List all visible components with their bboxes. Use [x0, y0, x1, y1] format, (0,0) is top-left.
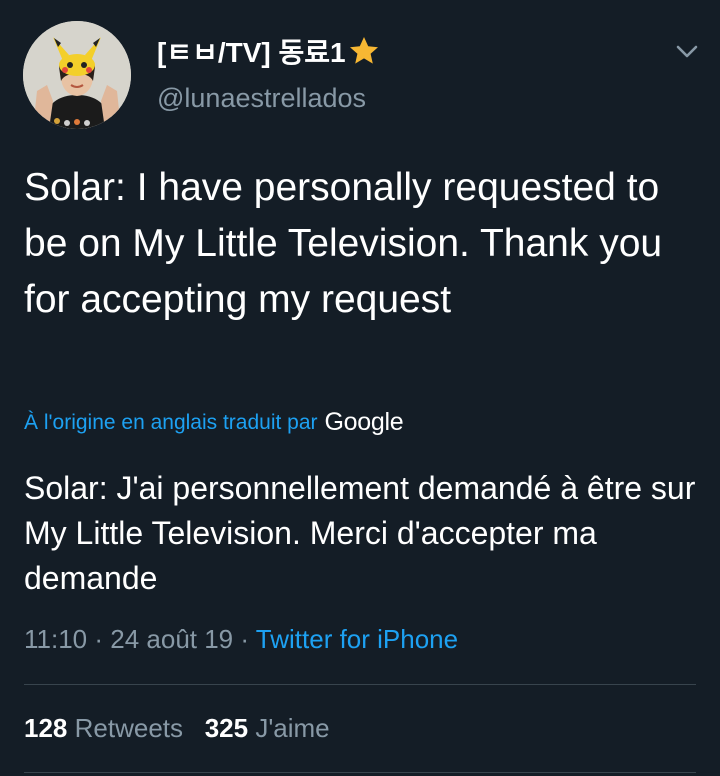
- google-label: Google: [324, 408, 404, 436]
- meta-separator: ·: [233, 624, 256, 654]
- likes-count: 325: [204, 713, 249, 743]
- tweet-meta: 11:10 · 24 août 19 · Twitter for iPhone: [24, 624, 458, 655]
- tweet-date: 24 août 19: [110, 624, 234, 654]
- likes-label: J'aime: [255, 713, 330, 743]
- tweet-text: Solar: I have personally requested to be…: [24, 166, 663, 321]
- meta-separator: ·: [87, 624, 111, 654]
- translated-text: Solar: J'ai personnellement demandé à êt…: [24, 470, 696, 596]
- retweets-stat[interactable]: 128 Retweets: [24, 713, 183, 743]
- author-display-name[interactable]: [ㅌㅂ/TV] 동료1: [157, 31, 346, 71]
- retweets-count: 128: [24, 713, 68, 743]
- retweets-label: Retweets: [74, 713, 184, 743]
- avatar[interactable]: [23, 21, 131, 129]
- divider: [24, 684, 696, 685]
- likes-stat[interactable]: 325 J'aime: [205, 713, 330, 743]
- chevron-down-icon[interactable]: [674, 38, 700, 64]
- author-handle[interactable]: @lunaestrellados: [157, 83, 366, 114]
- tweet-time: 11:10: [24, 624, 88, 654]
- author-display-name-row[interactable]: [ㅌㅂ/TV] 동료1: [157, 32, 380, 70]
- translation-attribution: À l'origine en anglais traduit par Googl…: [24, 408, 404, 437]
- tweet-source-link[interactable]: Twitter for iPhone: [256, 624, 458, 654]
- translation-link[interactable]: À l'origine en anglais traduit par: [24, 411, 318, 435]
- tweet-stats: 128 Retweets 325 J'aime: [24, 713, 330, 744]
- star-icon: [349, 37, 378, 64]
- divider: [24, 772, 696, 773]
- avatar-image: [23, 21, 131, 129]
